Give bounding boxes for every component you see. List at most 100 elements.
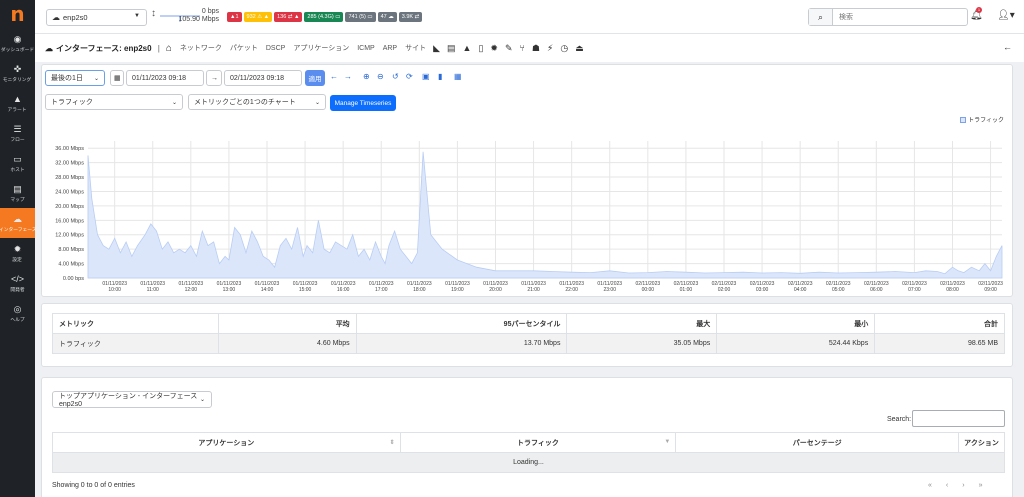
branch-icon[interactable]: ⑂ xyxy=(520,43,525,53)
legend-label: トラフィック xyxy=(968,118,1004,124)
apps-header[interactable]: アプリケーション ⇕ xyxy=(52,432,401,453)
apps-header[interactable]: パーセンテージ xyxy=(675,432,960,453)
date-from-input[interactable]: 01/11/2023 09:18 xyxy=(126,70,204,86)
bell-icon[interactable]: 🔔︎ 1 xyxy=(970,7,983,21)
clock-icon[interactable]: ◷ xyxy=(560,43,568,54)
status-badge[interactable]: ▲1 xyxy=(227,12,242,22)
sidebar-item-8[interactable]: </> 開発者 xyxy=(0,268,35,298)
nav-link-2[interactable]: DSCP xyxy=(266,45,285,52)
sidebar-item-4[interactable]: ▭ ホスト xyxy=(0,148,35,178)
up-down-arrows-icon: ↕ xyxy=(151,8,156,19)
sidebar-item-6[interactable]: ☁ インターフェース xyxy=(0,208,36,238)
document-icon[interactable]: ▮ xyxy=(438,72,442,81)
stats-header: 平均 xyxy=(217,313,357,334)
save-icon[interactable]: ▣ xyxy=(422,72,430,81)
pager-button[interactable]: ‹ xyxy=(946,482,948,489)
traffic-chart[interactable]: 0.00 bps 4.00 Mbps 8.00 Mbps 12.00 Mbps 16.0… xyxy=(42,125,1012,297)
x-tick-time: 16:00 xyxy=(337,287,350,293)
sidebar-item-7[interactable]: ✹ 設定 xyxy=(0,238,35,268)
sidebar-item-9[interactable]: ◎ ヘルプ xyxy=(0,298,35,328)
nav-link-0[interactable]: ネットワーク xyxy=(180,45,222,52)
nav-link-6[interactable]: サイト xyxy=(405,45,426,52)
nav-link-4[interactable]: ICMP xyxy=(357,45,375,52)
pager-button[interactable]: › xyxy=(962,482,964,489)
step-forward-icon[interactable]: → xyxy=(344,72,352,81)
top-apps-select[interactable]: トップアプリケーション - インターフェース enp2s0 ⌄ xyxy=(52,391,212,408)
apps-header[interactable]: アクション xyxy=(958,432,1005,453)
top-apps-value: トップアプリケーション - インターフェース enp2s0 xyxy=(59,393,198,408)
search-icon[interactable]: ⌕ xyxy=(809,9,833,25)
chart-mode-value: メトリックごとの1つのチャート xyxy=(194,99,296,106)
status-badge[interactable]: 3.9K ⇄ xyxy=(398,12,423,22)
table-icon[interactable]: ▦ xyxy=(454,72,462,81)
pager-button[interactable]: » xyxy=(979,482,983,489)
nav-link-1[interactable]: パケット xyxy=(230,45,258,52)
x-tick-time: 13:00 xyxy=(223,287,236,293)
cog-icon[interactable]: ✹ xyxy=(490,43,498,54)
apply-button[interactable]: 適用 xyxy=(305,70,325,86)
interface-select[interactable]: ☁ enp2s0 ▼ xyxy=(46,9,147,26)
manage-timeseries-button[interactable]: Manage Timeseries xyxy=(330,95,396,111)
top-apps-card: トップアプリケーション - インターフェース enp2s0 ⌄ Search: … xyxy=(41,377,1013,497)
sidebar-item-0[interactable]: ◉ ダッシュボード xyxy=(0,28,35,58)
interface-name: enp2s0 xyxy=(63,13,88,22)
chart-mode-select[interactable]: メトリックごとの1つのチャート ⌄ xyxy=(188,94,326,110)
apps-header[interactable]: トラフィック ▼ xyxy=(399,432,677,453)
status-badge[interactable]: 932 ⚠ ▲ xyxy=(243,12,273,22)
undo-icon[interactable]: ↺ xyxy=(392,72,399,81)
warning-icon[interactable]: ▲ xyxy=(463,43,472,53)
sidebar-item-5[interactable]: ▤ マップ xyxy=(0,178,35,208)
calendar-icon[interactable]: ▦ xyxy=(110,70,124,86)
date-from-value: 01/11/2023 09:18 xyxy=(132,74,186,82)
sidebar-item-2[interactable]: ▲ アラート xyxy=(0,88,35,118)
wrench-icon[interactable]: ✎ xyxy=(505,43,513,54)
x-tick-time: 17:00 xyxy=(375,287,388,293)
x-tick-time: 02:00 xyxy=(718,287,731,293)
sort-icon[interactable]: ⇕ xyxy=(390,439,395,446)
topbar: ☁ enp2s0 ▼ ↕ 0 bps 105.90 Mbps ▲1 932 ⚠ ▲… xyxy=(35,0,1024,34)
sidebar-item-3[interactable]: ☰ フロー xyxy=(0,118,35,148)
status-badge[interactable]: 136 ⇄ ▲ xyxy=(274,12,303,22)
status-badge[interactable]: 285 (4.3G) ▭ xyxy=(304,12,344,22)
chart-area-icon[interactable]: ◣ xyxy=(433,43,440,54)
ntopng-logo[interactable]: n xyxy=(0,0,35,28)
page-title-text: インターフェース: enp2s0 xyxy=(56,43,152,53)
status-badge[interactable]: 741 (5) ▭ xyxy=(345,12,376,22)
zoom-in-icon[interactable]: ⊕ xyxy=(363,72,370,81)
x-tick-time: 12:00 xyxy=(185,287,198,293)
x-tick-time: 14:00 xyxy=(261,287,274,293)
back-arrow-icon[interactable]: ← xyxy=(1003,42,1012,52)
x-tick-time: 07:00 xyxy=(908,287,921,293)
status-badge[interactable]: 47 ☁ xyxy=(377,12,397,22)
user-shield-icon[interactable]: ☗ xyxy=(532,43,540,54)
apps-search-input[interactable] xyxy=(912,410,1005,427)
sidebar-item-label: モニタリング xyxy=(3,76,32,83)
nav-link-5[interactable]: ARP xyxy=(383,45,397,52)
eject-icon[interactable]: ⏏ xyxy=(575,43,584,54)
y-tick-label: 0.00 bps xyxy=(63,276,84,282)
metric-select[interactable]: トラフィック ⌄ xyxy=(45,94,183,110)
sidebar-item-1[interactable]: ✜ モニタリング xyxy=(0,58,35,88)
file-icon[interactable]: ▯ xyxy=(478,43,483,54)
sort-icon[interactable]: ▼ xyxy=(664,439,670,445)
step-back-icon[interactable]: ← xyxy=(330,72,338,81)
nav-link-3[interactable]: アプリケーション xyxy=(293,45,349,52)
bolt-icon[interactable]: ⚡︎ xyxy=(547,43,553,54)
x-tick-time: 10:00 xyxy=(108,287,121,293)
refresh-icon[interactable]: ⟳ xyxy=(406,72,413,81)
sidebar-item-label: ヘルプ xyxy=(10,316,25,323)
status-badges: ▲1 932 ⚠ ▲ 136 ⇄ ▲ 285 (4.3G) ▭ 741 (5) ▭ 47 … xyxy=(227,12,423,22)
range-select[interactable]: 最後の1日 ⌄ xyxy=(45,70,105,86)
timeseries-card: 最後の1日 ⌄ ▦ 01/11/2023 09:18 → 02/11/2023 … xyxy=(41,64,1013,297)
interface-nav: ☁ インターフェース: enp2s0 | ⌂ ネットワーク パケット DSCP アプリ… xyxy=(35,34,1024,62)
chart-legend[interactable]: トラフィック xyxy=(960,115,1004,124)
pager-button[interactable]: « xyxy=(928,482,932,489)
search-input[interactable] xyxy=(833,9,963,25)
user-icon[interactable]: 👤︎▾ xyxy=(997,10,1015,21)
date-to-input[interactable]: 02/11/2023 09:18 xyxy=(224,70,302,86)
zoom-out-icon[interactable]: ⊖ xyxy=(377,72,384,81)
apps-header-label: アプリケーション xyxy=(198,439,255,447)
lifebuoy-icon: ◎ xyxy=(13,303,22,314)
server-icon[interactable]: ▤ xyxy=(447,43,456,54)
y-tick-label: 20.00 Mbps xyxy=(55,204,84,210)
